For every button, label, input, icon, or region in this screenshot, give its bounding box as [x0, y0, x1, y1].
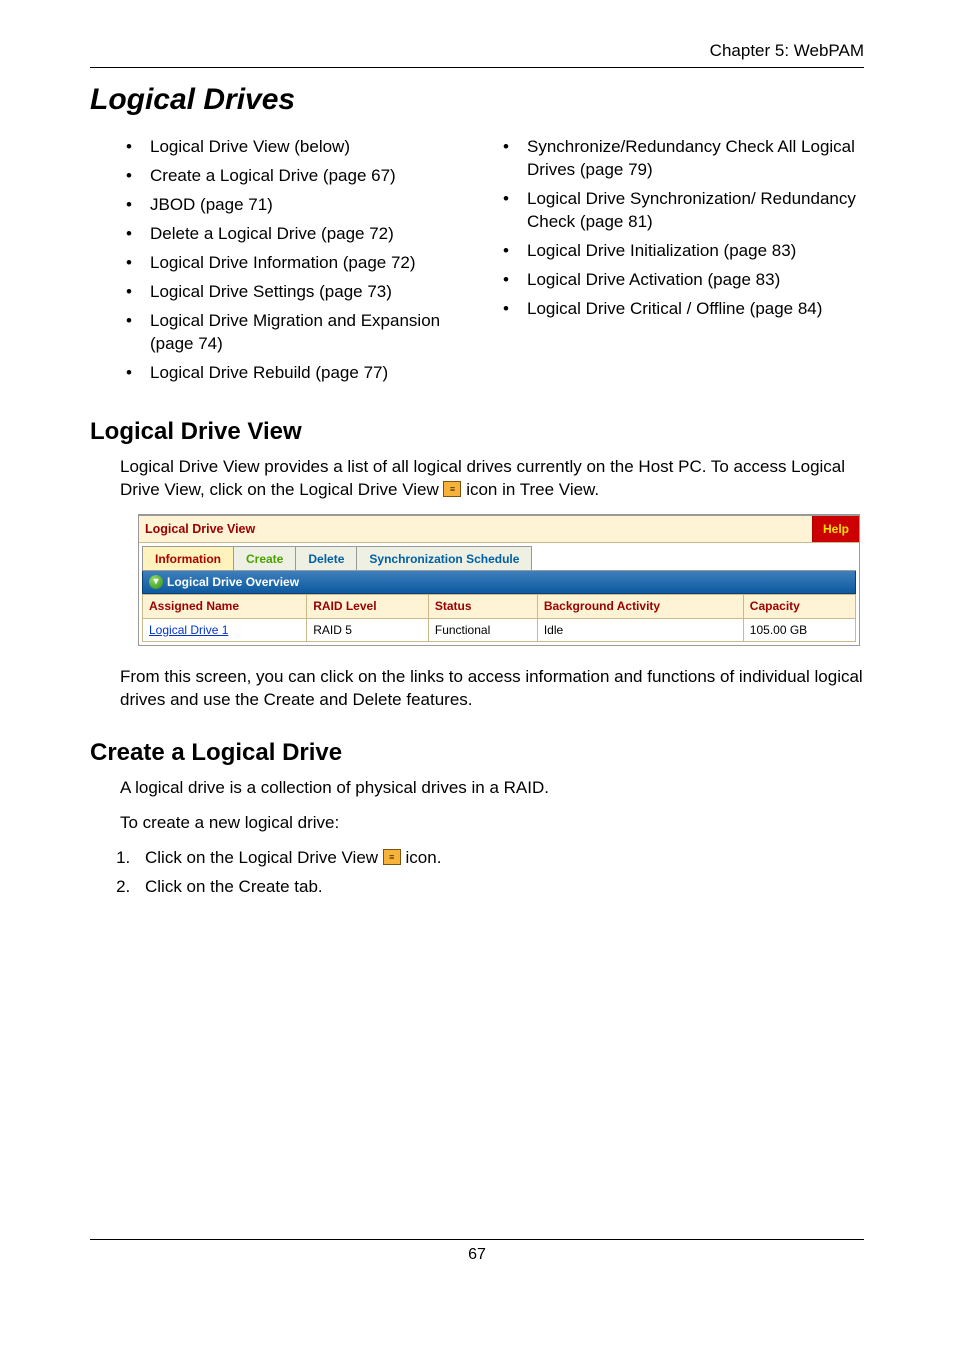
ldv-intro-text: Logical Drive View provides a list of al…: [120, 456, 864, 502]
tab-sync-schedule[interactable]: Synchronization Schedule: [356, 546, 532, 570]
toc-columns: •Logical Drive View (below) •Create a Lo…: [120, 130, 864, 390]
col-background-activity: Background Activity: [537, 595, 743, 618]
toc-item: •Logical Drive Rebuild (page 77): [120, 362, 487, 385]
toc-left-list: •Logical Drive View (below) •Create a Lo…: [120, 136, 487, 384]
cell-activity: Idle: [537, 618, 743, 641]
toc-item: •Logical Drive Initialization (page 83): [497, 240, 864, 263]
toc-item: •Logical Drive Activation (page 83): [497, 269, 864, 292]
toc-item: •Delete a Logical Drive (page 72): [120, 223, 487, 246]
help-button[interactable]: Help: [812, 516, 859, 542]
toc-item: •Logical Drive View (below): [120, 136, 487, 159]
create-intro1: A logical drive is a collection of physi…: [120, 777, 864, 800]
toc-item: •Logical Drive Settings (page 73): [120, 281, 487, 304]
create-intro2: To create a new logical drive:: [120, 812, 864, 835]
header-rule: [90, 67, 864, 68]
toc-item: •Logical Drive Synchronization/ Redundan…: [497, 188, 864, 234]
col-status: Status: [428, 595, 537, 618]
page-title: Logical Drives: [90, 80, 864, 121]
ldv-footnote: From this screen, you can click on the l…: [120, 666, 864, 712]
toc-item: •Logical Drive Critical / Offline (page …: [497, 298, 864, 321]
step-item: Click on the Logical Drive View ≡ icon.: [135, 847, 864, 870]
tab-create[interactable]: Create: [233, 546, 295, 570]
logical-drive-view-icon: ≡: [383, 849, 401, 865]
table-header-row: Assigned Name RAID Level Status Backgrou…: [143, 595, 856, 618]
step-item: Click on the Create tab.: [135, 876, 864, 899]
cell-capacity: 105.00 GB: [743, 618, 855, 641]
logical-drive-link[interactable]: Logical Drive 1: [149, 623, 228, 637]
page-number: 67: [90, 1244, 864, 1266]
create-section-title: Create a Logical Drive: [90, 737, 864, 769]
overview-title: Logical Drive Overview: [167, 574, 299, 590]
chevron-down-circle-icon[interactable]: ▾: [149, 575, 163, 589]
tab-information[interactable]: Information: [142, 546, 233, 570]
panel-title: Logical Drive View: [139, 521, 812, 538]
overview-bar: ▾ Logical Drive Overview: [142, 571, 856, 594]
toc-item: •Logical Drive Information (page 72): [120, 252, 487, 275]
col-raid-level: RAID Level: [307, 595, 429, 618]
logical-drive-table: Assigned Name RAID Level Status Backgrou…: [142, 594, 856, 641]
create-steps: Click on the Logical Drive View ≡ icon. …: [90, 847, 864, 899]
footer-rule: [90, 1239, 864, 1240]
toc-item: •Logical Drive Migration and Expansion (…: [120, 310, 487, 356]
toc-item: •Synchronize/Redundancy Check All Logica…: [497, 136, 864, 182]
cell-raid-level: RAID 5: [307, 618, 429, 641]
table-row: Logical Drive 1 RAID 5 Functional Idle 1…: [143, 618, 856, 641]
col-capacity: Capacity: [743, 595, 855, 618]
col-assigned-name: Assigned Name: [143, 595, 307, 618]
ldv-screenshot-panel: Logical Drive View Help Information Crea…: [138, 514, 860, 646]
cell-status: Functional: [428, 618, 537, 641]
chapter-heading: Chapter 5: WebPAM: [90, 40, 864, 63]
tab-row: Information Create Delete Synchronizatio…: [142, 546, 856, 571]
toc-item: •JBOD (page 71): [120, 194, 487, 217]
tab-delete[interactable]: Delete: [295, 546, 356, 570]
logical-drive-view-icon: ≡: [443, 481, 461, 497]
page-footer: 67: [90, 1239, 864, 1266]
toc-item: •Create a Logical Drive (page 67): [120, 165, 487, 188]
toc-right-list: •Synchronize/Redundancy Check All Logica…: [497, 136, 864, 321]
panel-titlebar: Logical Drive View Help: [139, 516, 859, 543]
ldv-section-title: Logical Drive View: [90, 416, 864, 448]
